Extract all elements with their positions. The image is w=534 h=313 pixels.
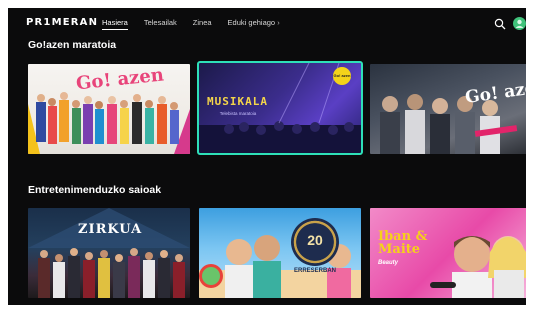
card-subtitle: Telebista maratoia bbox=[219, 111, 257, 116]
card-subtitle: ERRESERBAN bbox=[293, 268, 336, 274]
nav-item-zinea[interactable]: Zinea bbox=[193, 18, 212, 30]
top-navigation-bar: PR1MERAN Hasiera Telesailak Zinea Eduki … bbox=[8, 8, 526, 38]
anniversary-badge-icon: 20 bbox=[291, 218, 339, 266]
card-title: Iban & Maite bbox=[378, 229, 428, 257]
nav-item-eduki-gehiago[interactable]: Eduki gehiago › bbox=[228, 18, 280, 30]
main-nav: Hasiera Telesailak Zinea Eduki gehiago › bbox=[102, 18, 296, 30]
crowd-photo-image bbox=[380, 94, 500, 154]
card-iban-maite[interactable]: Iban & Maite Beauty bbox=[370, 208, 526, 298]
search-icon[interactable] bbox=[494, 18, 506, 30]
badge-icon: Go! azen bbox=[333, 67, 351, 85]
nav-item-hasiera[interactable]: Hasiera bbox=[102, 18, 128, 30]
nav-item-telesailak[interactable]: Telesailak bbox=[144, 18, 177, 30]
user-icon bbox=[515, 19, 524, 28]
card-title: ZIRKUA bbox=[78, 222, 143, 237]
card-erreserban[interactable]: 20 ERRESERBAN bbox=[199, 208, 361, 298]
card-subtitle: Beauty bbox=[378, 260, 399, 266]
app-window: PR1MERAN Hasiera Telesailak Zinea Eduki … bbox=[8, 8, 526, 305]
card-title: 20 bbox=[307, 232, 323, 248]
card-goazen-cast[interactable]: Go! azen bbox=[28, 64, 190, 154]
avatar[interactable] bbox=[513, 17, 526, 30]
card-zirkua[interactable]: ZIRKUA bbox=[28, 208, 190, 298]
card-title: MUSIKALA bbox=[207, 95, 268, 108]
nav-item-eduki-gehiago-label: Eduki gehiago bbox=[227, 18, 276, 27]
hosts-beach-image bbox=[199, 235, 361, 298]
chevron-right-icon: › bbox=[277, 18, 280, 27]
brand-logo[interactable]: PR1MERAN bbox=[26, 17, 98, 28]
section-title-entretenimenduzko-saioak: Entretenimenduzko saioak bbox=[28, 184, 162, 196]
badge-label: Go! azen bbox=[333, 73, 351, 78]
section-title-goazen-maratoia: Go!azen maratoia bbox=[28, 39, 117, 51]
card-goazen-crowd[interactable]: Go! azen bbox=[370, 64, 526, 154]
card-musikala[interactable]: MUSIKALA Telebista maratoia Go! azen bbox=[197, 61, 363, 155]
